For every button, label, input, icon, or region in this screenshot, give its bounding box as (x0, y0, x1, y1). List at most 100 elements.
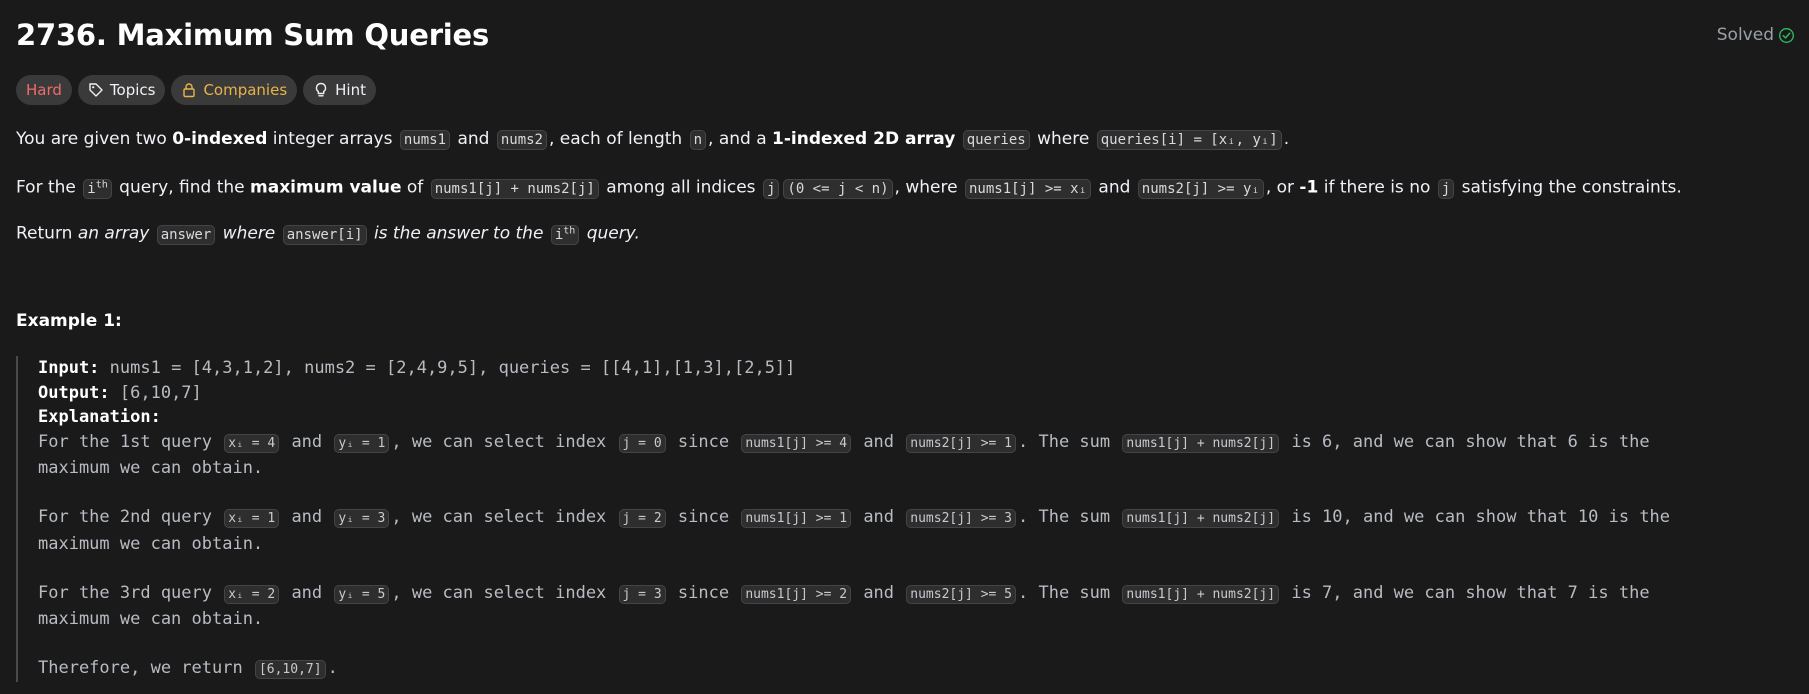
lightbulb-icon (316, 82, 327, 97)
inline-code: j (1437, 178, 1455, 199)
tag-icon (89, 83, 103, 97)
text: , each of length (549, 129, 688, 149)
text: and (853, 507, 905, 527)
text: Therefore, we return (38, 658, 253, 678)
explanation-label: Explanation: (38, 407, 161, 427)
text: and (853, 582, 905, 603)
text: You are given two (16, 129, 173, 149)
inline-code: nums2[j] >= 3 (906, 509, 1017, 528)
text: integer arrays (267, 129, 398, 149)
inline-code: nums1[j] >= 1 (741, 509, 852, 528)
text: is 10, and we can show that 10 is the (1281, 507, 1671, 527)
text: among all indices (600, 177, 761, 198)
companies-button[interactable]: Companies (171, 75, 298, 105)
input-label: Input: (38, 358, 100, 378)
text: For the 1st query (38, 431, 223, 452)
italic-text: an array (77, 223, 155, 244)
inline-code: nums1 (399, 130, 451, 150)
italic-text: is the answer to the (368, 223, 549, 244)
inline-code: (0 <= j < n) (783, 178, 893, 199)
output-label: Output: (38, 382, 110, 403)
text: where (1031, 129, 1095, 149)
inline-code: j = 2 (618, 509, 666, 528)
bold-text: maximum value (250, 177, 402, 198)
inline-code: ith (550, 224, 580, 245)
explanation-query-2: For the 2nd query xᵢ = 1 and yᵢ = 3, we … (38, 505, 1786, 532)
example-title: Example 1: (16, 311, 122, 331)
bold-text: 0-indexed (172, 129, 268, 149)
text: is 7, and we can show that 7 is the (1281, 582, 1650, 603)
inline-code: queries (962, 130, 1030, 150)
explanation-query-1-line-2: maximum we can obtain. (38, 458, 264, 478)
text: since (667, 431, 740, 452)
example-block: Input: nums1 = [4,3,1,2], nums2 = [2,4,9… (16, 356, 1786, 682)
text: and (1093, 177, 1136, 198)
code-text: i (87, 180, 96, 197)
text: of (401, 177, 429, 198)
example-output: Output: [6,10,7] (38, 381, 1786, 406)
difficulty-badge[interactable]: Hard (16, 75, 72, 105)
inline-code: xᵢ = 1 (224, 509, 280, 528)
inline-code: j = 3 (618, 584, 666, 604)
text: satisfying the constraints. (1456, 177, 1682, 198)
inline-code: yᵢ = 3 (334, 509, 390, 528)
tag-row: Hard Topics Companies Hint (16, 75, 376, 105)
bold-text: -1 (1299, 177, 1319, 198)
companies-label: Companies (203, 81, 288, 99)
topics-button[interactable]: Topics (77, 75, 166, 105)
text: and (281, 507, 333, 527)
inline-code: [6,10,7] (254, 660, 326, 679)
explanation-conclusion: Therefore, we return [6,10,7]. (38, 656, 1786, 683)
text: since (667, 507, 740, 527)
text: For the 3rd query (38, 582, 223, 603)
inline-code: n (689, 130, 707, 150)
hint-button[interactable]: Hint (303, 75, 376, 105)
text: and (281, 431, 333, 452)
inline-code: nums1[j] + nums2[j] (1122, 509, 1280, 528)
hint-label: Hint (335, 81, 366, 99)
text: and (452, 129, 495, 149)
italic-text: query. (581, 223, 640, 244)
text: For the 2nd query (38, 507, 223, 527)
inline-code: yᵢ = 5 (334, 584, 390, 604)
superscript: th (563, 225, 576, 236)
text: . The sum (1018, 431, 1121, 452)
problem-description: 2736. Maximum Sum Queries Solved Hard To… (0, 0, 1809, 694)
solved-status: Solved (1717, 25, 1795, 45)
inline-code: nums2 (496, 130, 547, 150)
inline-code: nums2[j] >= 5 (906, 584, 1017, 604)
text: For the (16, 177, 82, 198)
explanation-query-3-line-2: maximum we can obtain. (38, 609, 264, 629)
inline-code: nums1[j] + nums2[j] (1122, 433, 1280, 453)
lock-icon (183, 83, 196, 98)
inline-code: answer (156, 224, 216, 245)
example-input: Input: nums1 = [4,3,1,2], nums2 = [2,4,9… (38, 356, 1786, 381)
problem-title: 2736. Maximum Sum Queries (16, 18, 490, 52)
text: is 6, and we can show that 6 is the (1281, 431, 1650, 452)
text: , we can select index (391, 507, 617, 527)
input-value: nums1 = [4,3,1,2], nums2 = [2,4,9,5], qu… (99, 358, 796, 378)
inline-code: nums1[j] >= xᵢ (964, 178, 1091, 199)
text: . (327, 658, 338, 678)
description-paragraph-1: You are given two 0-indexed integer arra… (16, 127, 1289, 152)
text: Return (16, 223, 78, 244)
inline-code: yᵢ = 1 (334, 433, 390, 453)
text: , and a (708, 129, 773, 149)
description-paragraph-3: Return an array answer where answer[i] i… (16, 219, 640, 247)
italic-text: where (217, 223, 281, 244)
inline-code: nums1[j] >= 4 (741, 433, 852, 453)
inline-code: ith (83, 178, 112, 199)
solved-label: Solved (1716, 25, 1774, 45)
superscript: th (95, 179, 108, 190)
text: , we can select index (391, 431, 617, 452)
inline-code: nums1[j] + nums2[j] (430, 178, 599, 199)
inline-code: xᵢ = 2 (224, 584, 280, 604)
text: if there is no (1318, 177, 1436, 198)
inline-code: j = 0 (618, 433, 666, 453)
inline-code: queries[i] = [xᵢ, yᵢ] (1096, 130, 1282, 150)
explanation-query-3: For the 3rd query xᵢ = 2 and yᵢ = 5, we … (38, 581, 1786, 608)
text: . (1283, 129, 1290, 149)
